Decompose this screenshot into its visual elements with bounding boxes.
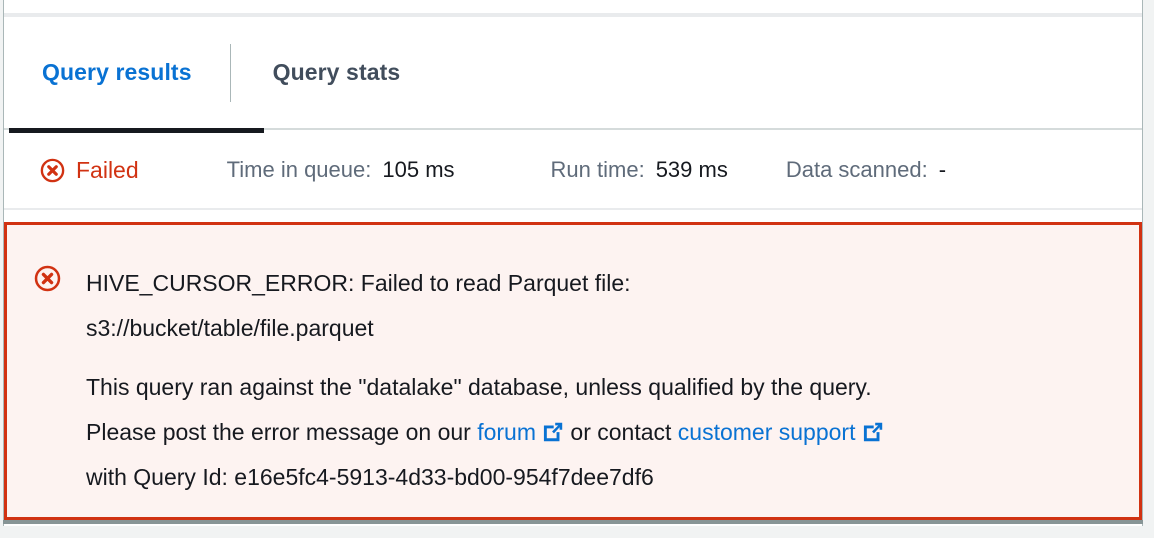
- alert-detail-line1: This query ran against the "datalake" da…: [86, 374, 872, 400]
- forum-link[interactable]: forum: [477, 419, 564, 445]
- error-circle-icon: [34, 265, 61, 292]
- metric-run-time-label: Run time:: [550, 157, 645, 182]
- external-link-icon: [543, 422, 563, 442]
- customer-support-link[interactable]: customer support: [678, 419, 884, 445]
- alert-detail-line2-middle: or contact: [564, 419, 678, 445]
- alert-headline-line1: HIVE_CURSOR_ERROR: Failed to read Parque…: [86, 270, 631, 296]
- forum-link-label: forum: [477, 419, 537, 445]
- alert-detail: This query ran against the "datalake" da…: [86, 365, 1119, 500]
- metric-time-in-queue: Time in queue: 105 ms: [227, 157, 455, 183]
- alert-icon-wrap: [34, 261, 86, 497]
- error-circle-icon: [40, 158, 65, 182]
- tab-query-results[interactable]: Query results: [4, 17, 264, 133]
- metric-data-scanned-label: Data scanned:: [785, 157, 928, 182]
- external-link-icon: [863, 422, 882, 442]
- metric-time-in-queue-value: 105 ms: [382, 157, 455, 182]
- alert-detail-line2: Please post the error message on our for…: [86, 410, 1119, 455]
- alert-detail-line2-prefix: Please post the error message on our: [86, 419, 478, 445]
- bottom-divider: [3, 520, 1143, 524]
- metric-run-time: Run time: 539 ms: [551, 157, 728, 183]
- metric-run-time-value: 539 ms: [655, 157, 728, 182]
- metric-time-in-queue-label: Time in queue:: [226, 157, 372, 182]
- customer-support-link-label: customer support: [677, 419, 856, 445]
- alert-detail-line3: with Query Id: e16e5fc4-5913-4d33-bd00-9…: [86, 464, 654, 490]
- metric-data-scanned-value: -: [938, 157, 947, 182]
- status-label: Failed: [76, 156, 139, 183]
- metric-data-scanned: Data scanned: -: [786, 157, 946, 183]
- error-alert: HIVE_CURSOR_ERROR: Failed to read Parque…: [4, 222, 1142, 520]
- status-bar: Failed Time in queue: 105 ms Run time: 5…: [4, 132, 1142, 210]
- alert-headline: HIVE_CURSOR_ERROR: Failed to read Parque…: [86, 261, 1119, 351]
- alert-headline-line2: s3://bucket/table/file.parquet: [86, 315, 374, 341]
- status-badge: Failed: [40, 157, 139, 184]
- tab-query-stats-label: Query stats: [272, 59, 401, 85]
- content-card: Query results Query stats Failed Time in…: [3, 0, 1143, 526]
- query-results-panel: Query results Query stats Failed Time in…: [0, 0, 1154, 538]
- tab-query-results-label: Query results: [42, 59, 192, 85]
- alert-body: HIVE_CURSOR_ERROR: Failed to read Parque…: [86, 261, 1119, 497]
- tab-query-stats[interactable]: Query stats: [231, 17, 441, 128]
- tab-bar: Query results Query stats: [4, 17, 1142, 133]
